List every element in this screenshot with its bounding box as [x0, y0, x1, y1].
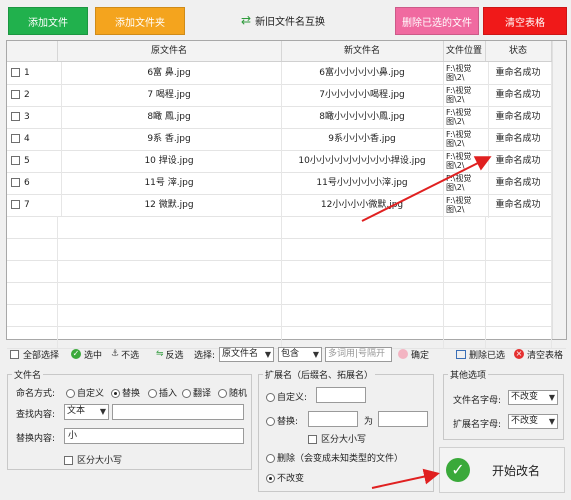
annotation-arrows: [361, 156, 492, 489]
arrow-to-status: [361, 156, 492, 222]
arrow-to-start: [371, 468, 440, 489]
